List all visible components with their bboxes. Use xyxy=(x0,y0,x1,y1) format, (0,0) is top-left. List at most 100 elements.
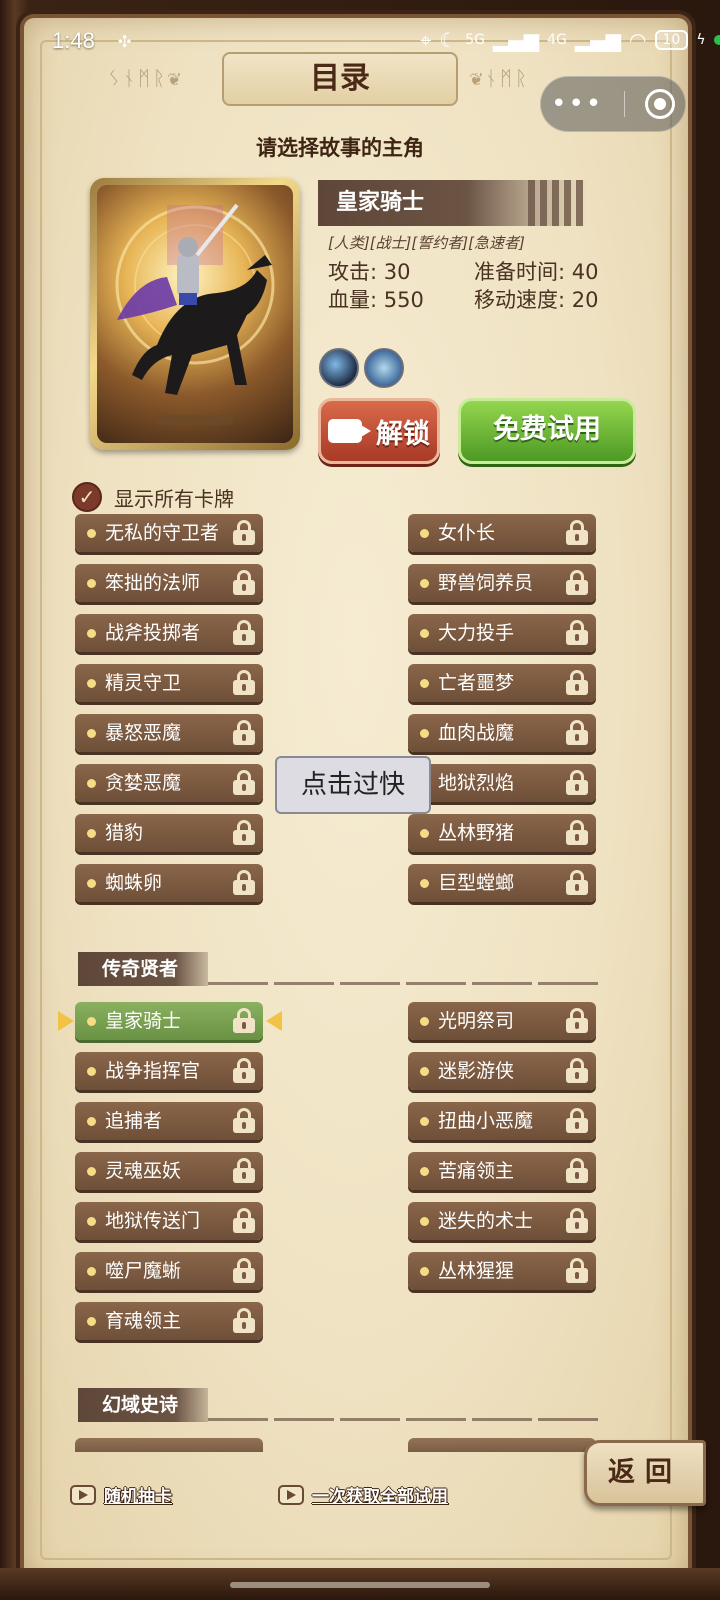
mic-indicator-dot xyxy=(713,35,720,45)
card-list-item-label: 丛林猩猩 xyxy=(438,1260,515,1282)
card-list-item[interactable]: 噬尸魔蜥 xyxy=(75,1252,263,1290)
card-list-item-label: 灵魂巫妖 xyxy=(105,1160,182,1182)
section-divider xyxy=(208,1418,598,1421)
lock-icon xyxy=(233,570,255,595)
list-item-partial[interactable] xyxy=(75,1438,263,1452)
card-list-item-label: 亡者噩梦 xyxy=(438,672,515,694)
card-list-item-label: 地狱烈焰 xyxy=(438,772,515,794)
lock-icon xyxy=(566,1008,588,1033)
lock-icon xyxy=(233,520,255,545)
card-list-item-label: 女仆长 xyxy=(438,522,496,544)
section-legendary-sages: 传奇贤者 xyxy=(78,952,208,986)
checkmark-icon[interactable]: ✓ xyxy=(72,482,102,512)
unlock-button[interactable]: 解锁 xyxy=(318,398,440,464)
card-list-item[interactable]: 迷影游侠 xyxy=(408,1052,596,1090)
unlock-button-label: 解锁 xyxy=(376,418,430,450)
card-list-item[interactable]: 贪婪恶魔 xyxy=(75,764,263,802)
knight-illustration xyxy=(115,203,275,425)
back-button[interactable]: 返回 xyxy=(584,1440,706,1506)
wifi-icon: ◠ xyxy=(629,28,647,52)
signal-5g-icon: ▂▄▆ xyxy=(492,28,540,52)
header-ornament-right: ❦ᚾᛗᚱ xyxy=(470,66,530,90)
video-ad-icon xyxy=(70,1484,96,1505)
home-indicator[interactable] xyxy=(230,1582,490,1588)
get-all-trial-button[interactable]: 一次获取全部试用 xyxy=(278,1482,448,1507)
card-list-item[interactable]: 巨型螳螂 xyxy=(408,864,596,902)
lock-icon xyxy=(233,1058,255,1083)
lock-icon xyxy=(566,820,588,845)
free-trial-button[interactable]: 免费试用 xyxy=(458,398,636,464)
hero-tags: [人类][战士][誓约者][急速者] xyxy=(328,234,525,252)
card-list-item[interactable]: 地狱烈焰 xyxy=(408,764,596,802)
more-menu-icon[interactable]: ••• xyxy=(551,89,603,119)
card-list-item[interactable]: 笨拙的法师 xyxy=(75,564,263,602)
card-list-item[interactable]: 暴怒恶魔 xyxy=(75,714,263,752)
video-ad-icon xyxy=(278,1484,304,1505)
lock-icon xyxy=(566,620,588,645)
show-all-toggle[interactable]: ✓ 显示所有卡牌 xyxy=(72,482,234,512)
card-list-item[interactable]: 苦痛领主 xyxy=(408,1152,596,1190)
lock-icon xyxy=(233,620,255,645)
card-list-item[interactable]: 光明祭司 xyxy=(408,1002,596,1040)
charging-icon: ϟ xyxy=(696,32,706,48)
card-list-item[interactable]: 育魂领主 xyxy=(75,1302,263,1340)
hero-card[interactable] xyxy=(90,178,300,450)
click-too-fast-toast: 点击过快 xyxy=(275,756,431,814)
card-list-item[interactable]: 无私的守卫者 xyxy=(75,514,263,552)
card-list-item-label: 光明祭司 xyxy=(438,1010,515,1032)
lock-icon xyxy=(233,1308,255,1333)
get-all-trial-label: 一次获取全部试用 xyxy=(312,1487,448,1507)
card-list-item[interactable]: 大力投手 xyxy=(408,614,596,652)
hero-prep-time: 准备时间: 40 xyxy=(474,260,599,284)
lock-icon xyxy=(233,1258,255,1283)
selected-arrow-left-icon xyxy=(58,1011,74,1031)
skill-charge-icon[interactable] xyxy=(319,348,359,388)
status-time: 1:48 xyxy=(52,28,95,53)
card-list-item[interactable]: 扭曲小恶魔 xyxy=(408,1102,596,1140)
lock-icon xyxy=(566,1158,588,1183)
signal-5g-label: 5G xyxy=(465,32,485,48)
card-list-item-label: 苦痛领主 xyxy=(438,1160,515,1182)
section-fantasy-epic: 幻域史诗 xyxy=(78,1388,208,1422)
lock-icon xyxy=(566,870,588,895)
card-list-item-label: 战斧投掷者 xyxy=(105,622,201,644)
card-list-item[interactable]: 蜘蛛卵 xyxy=(75,864,263,902)
selected-arrow-right-icon xyxy=(266,1011,282,1031)
hero-portrait xyxy=(97,185,293,443)
skill-slash-icon[interactable] xyxy=(364,348,404,388)
miniprogram-capsule[interactable]: ••• xyxy=(540,76,686,132)
card-list-item[interactable]: 追捕者 xyxy=(75,1102,263,1140)
card-list-item[interactable]: 女仆长 xyxy=(408,514,596,552)
close-miniprogram-icon[interactable] xyxy=(644,89,675,119)
card-list-item[interactable]: 血肉战魔 xyxy=(408,714,596,752)
card-list-item[interactable]: 亡者噩梦 xyxy=(408,664,596,702)
list-item-partial[interactable] xyxy=(408,1438,596,1452)
card-list-item[interactable]: 丛林野猪 xyxy=(408,814,596,852)
card-list-item[interactable]: 猎豹 xyxy=(75,814,263,852)
card-list-item[interactable]: 迷失的术士 xyxy=(408,1202,596,1240)
card-list-item-label: 战争指挥官 xyxy=(105,1060,201,1082)
lock-icon xyxy=(566,1258,588,1283)
card-list-item[interactable]: 野兽饲养员 xyxy=(408,564,596,602)
card-list-item[interactable]: 战争指挥官 xyxy=(75,1052,263,1090)
lock-icon xyxy=(566,570,588,595)
location-icon: ⌖ xyxy=(420,28,432,52)
lock-icon xyxy=(233,1208,255,1233)
card-list-item[interactable]: 精灵守卫 xyxy=(75,664,263,702)
card-list-item-selected[interactable]: 皇家骑士 xyxy=(75,1002,263,1040)
random-draw-button[interactable]: 随机抽卡 xyxy=(70,1482,172,1507)
capsule-divider xyxy=(623,91,625,117)
card-list-item[interactable]: 地狱传送门 xyxy=(75,1202,263,1240)
card-list-item[interactable]: 丛林猩猩 xyxy=(408,1252,596,1290)
page-title: 目录 xyxy=(222,52,458,106)
card-list-item[interactable]: 灵魂巫妖 xyxy=(75,1152,263,1190)
app-notification-icon: ✣ xyxy=(118,32,132,51)
lock-icon xyxy=(233,1008,255,1033)
lock-icon xyxy=(233,720,255,745)
lock-icon xyxy=(233,1158,255,1183)
lock-icon xyxy=(233,770,255,795)
card-list-item[interactable]: 战斧投掷者 xyxy=(75,614,263,652)
card-list-item-label: 大力投手 xyxy=(438,622,515,644)
hero-attack: 攻击: 30 xyxy=(328,260,411,284)
card-list-item-label: 迷失的术士 xyxy=(438,1210,534,1232)
